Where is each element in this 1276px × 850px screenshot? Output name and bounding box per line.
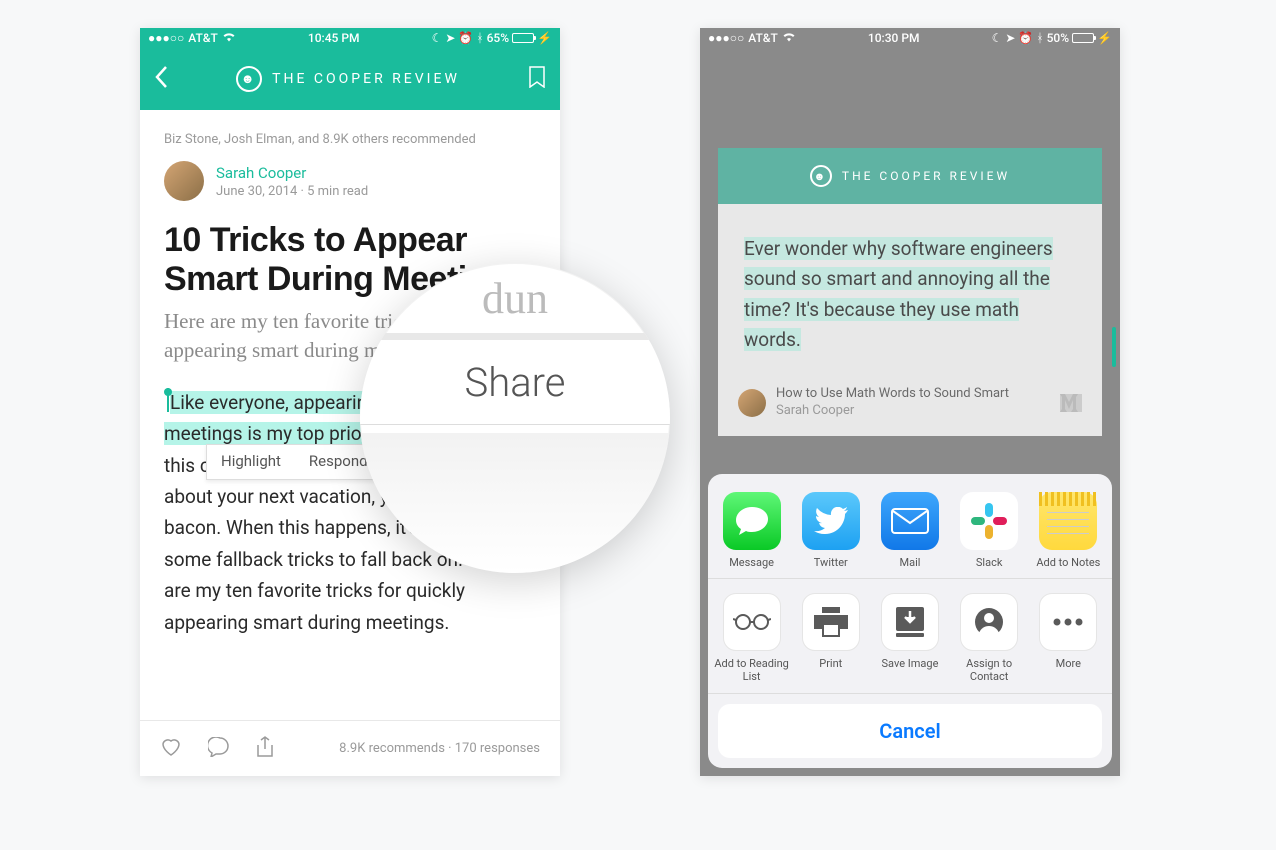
slack-icon <box>960 492 1018 550</box>
quote-header: ☻ THE COOPER REVIEW <box>718 148 1102 204</box>
share-button[interactable] <box>256 736 274 762</box>
footer-bar: 8.9K recommends · 170 responses <box>140 720 560 776</box>
cancel-button[interactable]: Cancel <box>718 704 1102 758</box>
battery-pct: 65% <box>487 31 509 45</box>
bookmark-button[interactable] <box>528 66 546 92</box>
glasses-icon <box>723 593 781 651</box>
action-save-image[interactable]: Save Image <box>872 593 948 683</box>
dnd-icon: ☾ <box>992 31 1003 45</box>
comment-button[interactable] <box>208 737 230 761</box>
menu-highlight[interactable]: Highlight <box>207 445 295 479</box>
scroll-indicator <box>1112 327 1116 367</box>
clock-label: 10:30 PM <box>868 31 920 45</box>
cooper-logo-icon: ☻ <box>810 165 832 187</box>
action-print[interactable]: Print <box>793 593 869 683</box>
battery-pct: 50% <box>1047 31 1069 45</box>
author-meta: June 30, 2014 · 5 min read <box>216 184 368 199</box>
share-row-apps: Message Twitter Mail Slack <box>708 474 1112 577</box>
footer-stats[interactable]: 8.9K recommends · 170 responses <box>339 741 540 756</box>
twitter-icon <box>802 492 860 550</box>
status-bar: ●●●○○ AT&T 10:45 PM ☾ ➤ ⏰ ᚼ 65% ⚡ <box>140 28 560 48</box>
location-icon: ➤ <box>445 31 455 45</box>
author-row[interactable]: Sarah Cooper June 30, 2014 · 5 min read <box>164 161 536 201</box>
carrier-label: AT&T <box>188 31 218 45</box>
charging-icon: ⚡ <box>1097 31 1112 45</box>
magnified-share-label[interactable]: Share <box>465 359 566 406</box>
share-slack[interactable]: Slack <box>951 492 1027 569</box>
bluetooth-icon: ᚼ <box>1036 31 1043 45</box>
alarm-icon: ⏰ <box>458 31 473 45</box>
wifi-icon <box>782 31 796 45</box>
magnifier-lens: dun Share <box>360 263 670 573</box>
action-reading-list[interactable]: Add to Reading List <box>714 593 790 683</box>
message-icon <box>723 492 781 550</box>
clock-label: 10:45 PM <box>308 31 360 45</box>
notes-icon <box>1039 492 1097 550</box>
contact-icon <box>960 593 1018 651</box>
magnified-menu-bar: Share <box>360 333 670 425</box>
quote-footer: How to Use Math Words to Sound Smart Sar… <box>718 376 1102 436</box>
download-icon <box>881 593 939 651</box>
quote-author: Sarah Cooper <box>776 403 1050 420</box>
dnd-icon: ☾ <box>432 31 443 45</box>
share-message[interactable]: Message <box>714 492 790 569</box>
author-avatar[interactable] <box>164 161 204 201</box>
author-name[interactable]: Sarah Cooper <box>216 164 368 182</box>
quote-body: Ever wonder why software engineers sound… <box>718 204 1102 376</box>
nav-title: ☻ THE COOPER REVIEW <box>236 66 460 92</box>
quote-title: How to Use Math Words to Sound Smart <box>776 386 1050 403</box>
signal-dots-icon: ●●●○○ <box>708 31 744 45</box>
medium-logo-icon <box>1060 394 1082 412</box>
more-icon <box>1039 593 1097 651</box>
carrier-label: AT&T <box>748 31 778 45</box>
text-selection-menu: Highlight Respond <box>206 444 383 480</box>
wifi-icon <box>222 31 236 45</box>
share-twitter[interactable]: Twitter <box>793 492 869 569</box>
alarm-icon: ⏰ <box>1018 31 1033 45</box>
signal-dots-icon: ●●●○○ <box>148 31 184 45</box>
mail-icon <box>881 492 939 550</box>
share-notes[interactable]: Add to Notes <box>1030 492 1106 569</box>
selection-handle-start-icon[interactable] <box>164 388 172 396</box>
share-mail[interactable]: Mail <box>872 492 948 569</box>
cooper-logo-icon: ☻ <box>236 66 262 92</box>
nav-bar: ☻ THE COOPER REVIEW <box>140 48 560 110</box>
action-assign-contact[interactable]: Assign to Contact <box>951 593 1027 683</box>
status-bar: ●●●○○ AT&T 10:30 PM ☾ ➤ ⏰ ᚼ 50% ⚡ <box>700 28 1120 48</box>
recommend-button[interactable] <box>160 737 182 761</box>
quote-avatar <box>738 389 766 417</box>
quote-card: ☻ THE COOPER REVIEW Ever wonder why soft… <box>718 148 1102 436</box>
recommended-text: Biz Stone, Josh Elman, and 8.9K others r… <box>164 132 536 147</box>
share-row-actions: Add to Reading List Print Save Image Ass… <box>708 578 1112 694</box>
location-icon: ➤ <box>1005 31 1015 45</box>
magnified-bg-text: dun <box>482 273 548 324</box>
back-button[interactable] <box>154 63 168 96</box>
bluetooth-icon: ᚼ <box>476 31 483 45</box>
share-sheet: Message Twitter Mail Slack <box>708 474 1112 768</box>
printer-icon <box>802 593 860 651</box>
phone-right: ●●●○○ AT&T 10:30 PM ☾ ➤ ⏰ ᚼ 50% ⚡ ☻ THE … <box>700 28 1120 776</box>
action-more[interactable]: More <box>1030 593 1106 683</box>
charging-icon: ⚡ <box>537 31 552 45</box>
